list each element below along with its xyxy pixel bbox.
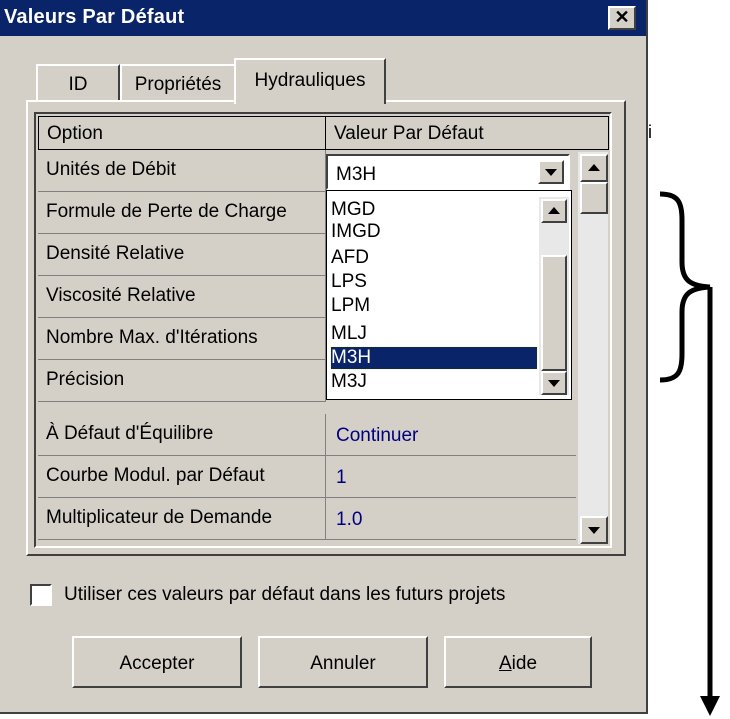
chevron-down-icon [545,169,557,176]
dropdown-option[interactable]: IMGD [331,221,537,243]
close-button[interactable]: ✕ [608,6,636,30]
dropdown-option[interactable]: LPM [331,295,537,317]
grid-row-label[interactable]: Unités de Débit [38,150,326,192]
row-label-text: Courbe Modul. par Défaut [46,465,265,486]
close-icon: ✕ [614,7,630,27]
dropdown-option[interactable]: AFD [331,247,537,269]
annotation-brace-arrow [659,191,720,716]
row-value-text: 1 [336,467,347,488]
grid-row-label[interactable]: Multiplicateur de Demande [38,498,326,540]
brace-icon [659,191,711,383]
grid-scroll-down-button[interactable] [580,516,608,544]
tab-id-label: ID [68,74,88,95]
grid-row-label[interactable]: À Défaut d'Équilibre [38,414,326,456]
help-button[interactable]: Aide [444,636,592,688]
dropdown-option[interactable]: M3J [331,371,537,393]
tab-id[interactable]: ID [36,64,120,102]
tab-hydrauliques[interactable]: Hydrauliques [234,58,386,104]
arrow-down-icon [548,380,560,387]
accept-button[interactable]: Accepter [72,636,242,688]
dropdown-option[interactable]: MGD [331,199,537,221]
column-header-option[interactable]: Option [38,116,326,150]
dropdown-option[interactable]: MLJ [331,323,537,345]
flow-units-selected-value: M3H [336,164,377,185]
column-header-value-label: Valeur Par Défaut [334,123,484,144]
column-header-option-label: Option [47,123,103,144]
help-button-label: Aide [446,653,590,675]
arrow-down-icon [588,527,600,534]
arrow-up-icon [588,164,600,171]
window-title: Valeurs Par Défaut [4,6,185,28]
grid-row-label[interactable]: Viscosité Relative [38,276,326,318]
help-button-label-rest: ide [511,653,538,674]
row-label-text: Densité Relative [46,243,185,264]
accept-button-label: Accepter [119,653,195,674]
arrow-down-icon [700,696,720,716]
title-bar[interactable]: Valeurs Par Défaut ✕ [0,0,646,36]
flow-units-select[interactable]: M3H [326,154,570,190]
row-label-text: Précision [46,369,125,390]
cancel-button[interactable]: Annuler [258,636,428,688]
grid-row-label[interactable]: Formule de Perte de Charge [38,192,326,234]
row-label-text: Unités de Débit [46,159,176,180]
column-header-value[interactable]: Valeur Par Défaut [325,116,609,150]
row-label-text: Multiplicateur de Demande [46,507,273,528]
grid-row-label[interactable]: Précision [38,360,326,402]
row-value-text: Continuer [336,425,419,446]
cancel-button-label: Annuler [310,653,376,674]
dropdown-scroll-thumb[interactable] [541,255,567,371]
dropdown-scrollbar[interactable] [539,197,569,395]
grid-row-value[interactable]: 1.0 [326,498,576,540]
row-label-text: Formule de Perte de Charge [46,201,287,222]
row-label-text: À Défaut d'Équilibre [46,423,214,444]
grid-row-label[interactable]: Nombre Max. d'Itérations [38,318,326,360]
dropdown-option-selected[interactable]: M3H [330,346,538,370]
stray-mark: i [648,122,652,142]
grid-row-label[interactable]: Densité Relative [38,234,326,276]
grid-row-value[interactable]: 1 [326,456,576,498]
use-defaults-checkbox[interactable] [30,584,52,606]
row-value-text: 1.0 [336,509,363,530]
dropdown-scroll-down-button[interactable] [541,371,567,395]
grid-scrollbar[interactable] [578,152,608,544]
tab-hydrauliques-label: Hydrauliques [254,70,366,91]
grid-row-label[interactable]: Courbe Modul. par Défaut [38,456,326,498]
grid-scroll-up-button[interactable] [580,154,608,182]
flow-units-dropdown-list: MGD IMGD AFD LPS LPM MLJ M3H M3J [326,190,572,400]
dropdown-scroll-up-button[interactable] [541,199,567,223]
help-accelerator: A [498,653,512,674]
grid-scroll-thumb[interactable] [580,182,608,214]
tab-proprietes-label: Propriétés [134,74,222,95]
row-label-text: Nombre Max. d'Itérations [46,327,258,348]
row-label-text: Viscosité Relative [46,285,196,306]
grid-row-value[interactable]: Continuer [326,414,576,456]
tab-proprietes[interactable]: Propriétés [120,64,236,102]
combo-dropdown-button[interactable] [538,160,564,184]
dropdown-option[interactable]: LPS [331,271,537,293]
use-defaults-checkbox-label[interactable]: Utiliser ces valeurs par défaut dans les… [64,584,505,606]
arrow-up-icon [548,207,560,214]
